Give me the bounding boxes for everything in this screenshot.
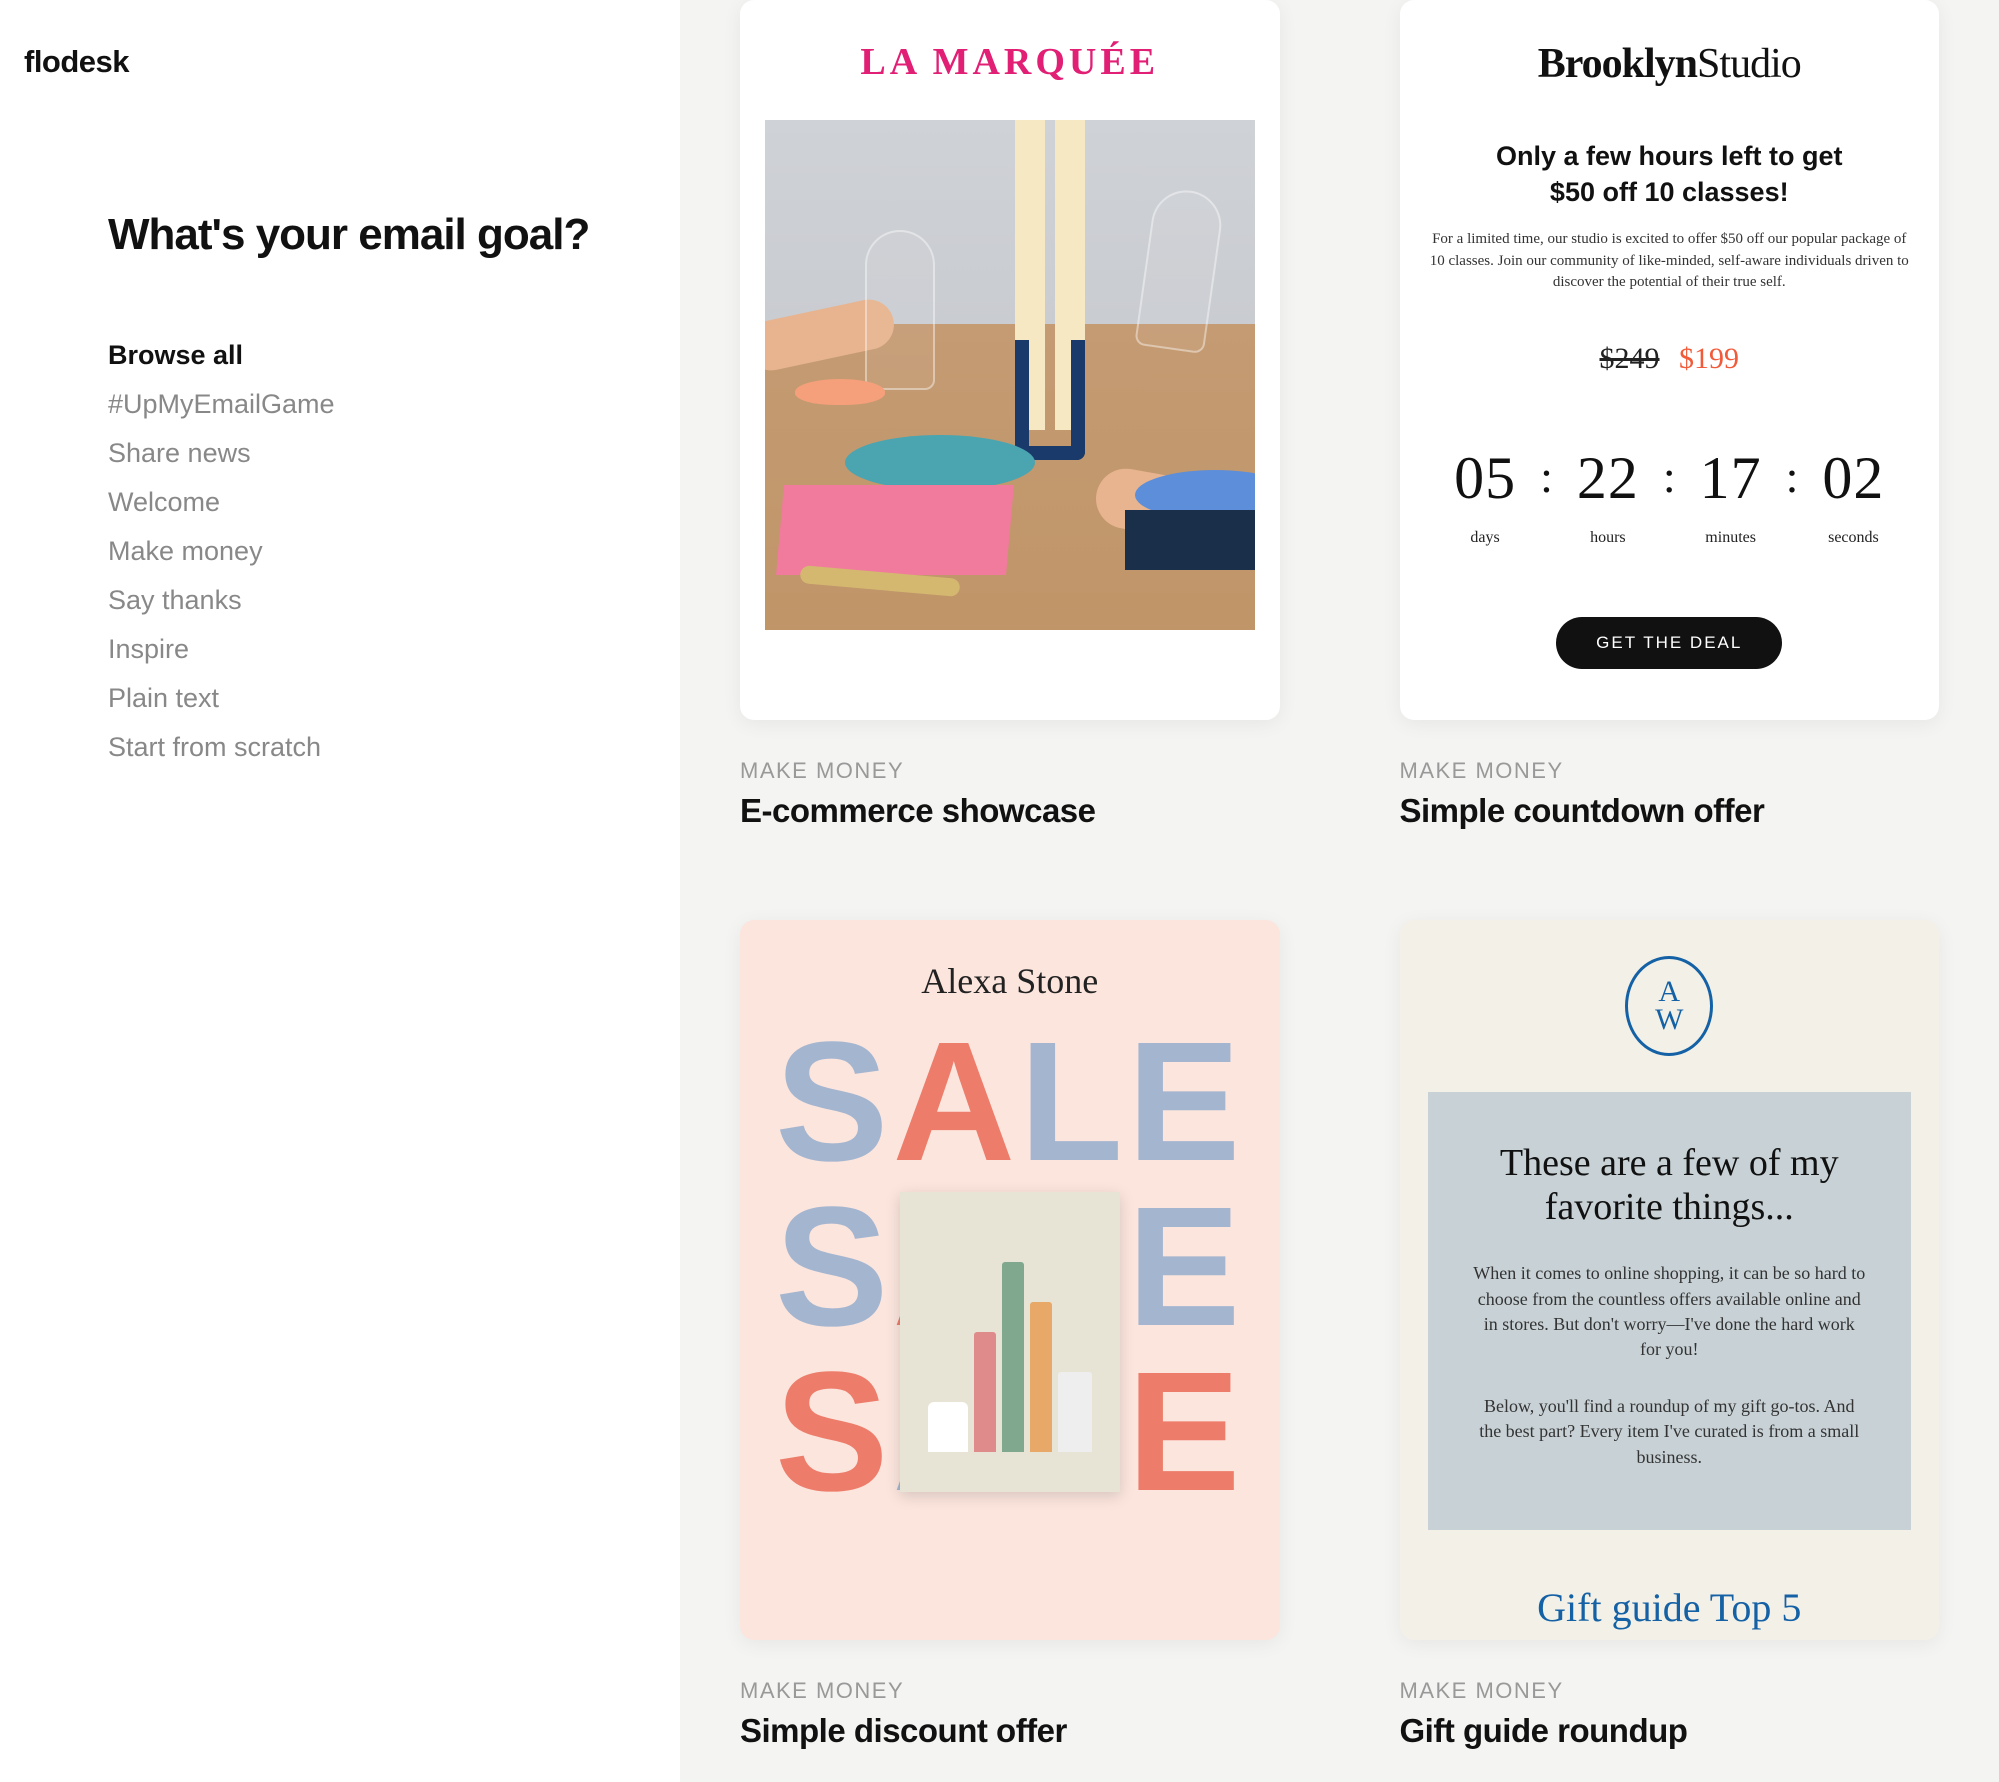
template-title: Simple discount offer xyxy=(740,1712,1280,1750)
nav-item-plain-text[interactable]: Plain text xyxy=(108,683,680,714)
template-category: MAKE MONEY xyxy=(740,1678,1280,1704)
preview-paragraph: Below, you'll find a roundup of my gift … xyxy=(1472,1394,1868,1470)
countdown: 05days : 22hours : 17minutes : 02seconds xyxy=(1454,444,1884,547)
new-price: $199 xyxy=(1679,342,1739,375)
preview-image xyxy=(765,120,1255,630)
preview-paragraph: When it comes to online shopping, it can… xyxy=(1472,1261,1868,1362)
template-preview: Alexa Stone SALE SALE SALE xyxy=(740,920,1280,1640)
nav-item-share-news[interactable]: Share news xyxy=(108,438,680,469)
old-price: $249 xyxy=(1600,342,1660,375)
nav-item-inspire[interactable]: Inspire xyxy=(108,634,680,665)
template-title: E-commerce showcase xyxy=(740,792,1280,830)
template-preview: LA MARQUÉE xyxy=(740,0,1280,720)
preview-headline: Only a few hours left to get $50 off 10 … xyxy=(1496,138,1843,211)
countdown-minutes: 17 xyxy=(1700,444,1762,513)
template-category: MAKE MONEY xyxy=(740,758,1280,784)
countdown-hours: 22 xyxy=(1577,444,1639,513)
nav-item-say-thanks[interactable]: Say thanks xyxy=(108,585,680,616)
preview-price: $249 $199 xyxy=(1600,342,1740,376)
template-category: MAKE MONEY xyxy=(1400,758,1940,784)
preview-footer: Gift guide Top 5 xyxy=(1537,1584,1801,1631)
page-title: What's your email goal? xyxy=(108,210,680,260)
preview-monogram: A W xyxy=(1625,956,1713,1056)
nav-list: Browse all #UpMyEmailGame Share news Wel… xyxy=(108,340,680,763)
template-card[interactable]: LA MARQUÉE MAKE MONEY E-commerce showcas… xyxy=(740,0,1280,830)
template-title: Simple countdown offer xyxy=(1400,792,1940,830)
template-category: MAKE MONEY xyxy=(1400,1678,1940,1704)
cta-button[interactable]: GET THE DEAL xyxy=(1556,617,1782,669)
nav-item-welcome[interactable]: Welcome xyxy=(108,487,680,518)
preview-inset-image xyxy=(900,1192,1120,1492)
preview-brand: LA MARQUÉE xyxy=(860,40,1159,84)
preview-headline: These are a few of my favorite things... xyxy=(1472,1142,1868,1229)
preview-graphic: SALE SALE SALE xyxy=(740,1020,1280,1640)
sidebar: flodesk What's your email goal? Browse a… xyxy=(0,0,680,1782)
countdown-seconds: 02 xyxy=(1822,444,1884,513)
preview-description: For a limited time, our studio is excite… xyxy=(1430,229,1910,294)
nav-item-upmyemailgame[interactable]: #UpMyEmailGame xyxy=(108,389,680,420)
nav-item-start-from-scratch[interactable]: Start from scratch xyxy=(108,732,680,763)
template-preview: BrooklynStudio Only a few hours left to … xyxy=(1400,0,1940,720)
preview-brand: Alexa Stone xyxy=(921,960,1098,1002)
template-title: Gift guide roundup xyxy=(1400,1712,1940,1750)
preview-panel: These are a few of my favorite things...… xyxy=(1428,1092,1912,1530)
template-preview: A W These are a few of my favorite thing… xyxy=(1400,920,1940,1640)
template-card[interactable]: Alexa Stone SALE SALE SALE MAKE MONEY Si… xyxy=(740,920,1280,1750)
nav-item-make-money[interactable]: Make money xyxy=(108,536,680,567)
preview-brand: BrooklynStudio xyxy=(1538,40,1801,88)
countdown-days: 05 xyxy=(1454,444,1516,513)
template-card[interactable]: BrooklynStudio Only a few hours left to … xyxy=(1400,0,1940,830)
template-grid: LA MARQUÉE MAKE MONEY E-commerce showcas… xyxy=(680,0,1999,1782)
nav-item-browse-all[interactable]: Browse all xyxy=(108,340,680,371)
logo[interactable]: flodesk xyxy=(24,44,680,80)
template-card[interactable]: A W These are a few of my favorite thing… xyxy=(1400,920,1940,1750)
